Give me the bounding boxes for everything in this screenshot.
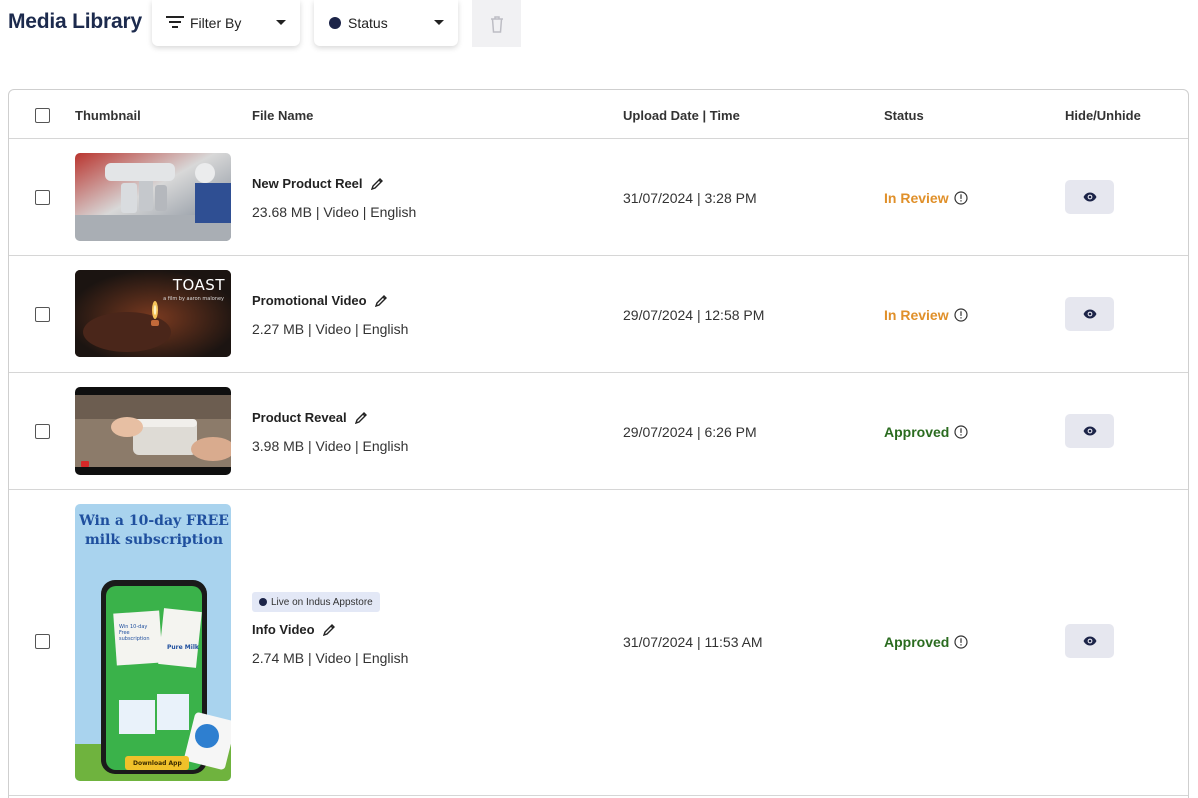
file-meta: 2.74 MB | Video | English bbox=[252, 650, 409, 666]
eye-icon bbox=[1083, 192, 1096, 202]
file-name: New Product Reel bbox=[252, 176, 384, 191]
caret-down-icon bbox=[276, 20, 286, 25]
status-badge: In Review bbox=[884, 307, 968, 323]
status-label: Status bbox=[348, 15, 388, 31]
filter-by-dropdown[interactable]: Filter By bbox=[152, 0, 300, 46]
media-table: Thumbnail File Name Upload Date | Time S… bbox=[8, 89, 1189, 798]
eye-icon bbox=[1083, 426, 1096, 436]
delete-button[interactable] bbox=[472, 0, 521, 47]
status-badge: Approved bbox=[884, 634, 968, 650]
table-header: Thumbnail File Name Upload Date | Time S… bbox=[9, 90, 1188, 139]
upload-date: 29/07/2024 | 12:58 PM bbox=[623, 307, 765, 323]
pencil-icon[interactable] bbox=[374, 294, 388, 307]
thumbnail-title-text: TOAST bbox=[172, 276, 225, 294]
trash-icon bbox=[490, 15, 503, 33]
file-meta: 23.68 MB | Video | English bbox=[252, 204, 417, 220]
pencil-icon[interactable] bbox=[354, 411, 368, 424]
filter-by-label: Filter By bbox=[190, 15, 242, 31]
info-icon[interactable] bbox=[954, 635, 968, 649]
file-name: Promotional Video bbox=[252, 293, 388, 308]
table-row: New Product Reel 23.68 MB | Video | Engl… bbox=[9, 139, 1188, 256]
column-header-thumbnail: Thumbnail bbox=[75, 108, 141, 123]
status-text: In Review bbox=[884, 307, 949, 323]
toolbar: Media Library Filter By Status bbox=[0, 0, 1198, 47]
column-header-hide-unhide: Hide/Unhide bbox=[1065, 108, 1141, 123]
file-name-text: Product Reveal bbox=[252, 410, 347, 425]
row-checkbox[interactable] bbox=[35, 424, 50, 439]
live-badge: Live on Indus Appstore bbox=[252, 592, 380, 612]
thumbnail-image[interactable]: Win a 10-day FREE milk subscription Win … bbox=[75, 504, 231, 781]
status-dropdown[interactable]: Status bbox=[314, 0, 458, 46]
pencil-icon[interactable] bbox=[322, 623, 336, 636]
file-name: Info Video bbox=[252, 622, 336, 637]
eye-icon bbox=[1083, 636, 1096, 646]
table-row: Product Reveal 3.98 MB | Video | English… bbox=[9, 373, 1188, 490]
thumbnail-card-text: Win 10-day Free subscription bbox=[119, 624, 150, 642]
thumbnail-image[interactable]: TOAST a film by aaron maloney bbox=[75, 270, 231, 357]
filter-icon bbox=[166, 15, 184, 32]
column-header-status: Status bbox=[884, 108, 924, 123]
thumbnail-subtitle-text: a film by aaron maloney bbox=[163, 296, 224, 302]
file-name: Product Reveal bbox=[252, 410, 368, 425]
status-text: Approved bbox=[884, 424, 950, 440]
hide-unhide-button[interactable] bbox=[1065, 297, 1114, 331]
hide-unhide-button[interactable] bbox=[1065, 624, 1114, 658]
row-checkbox[interactable] bbox=[35, 634, 50, 649]
thumbnail-cta-text: Download App bbox=[133, 760, 182, 767]
page-title: Media Library bbox=[8, 10, 142, 33]
status-badge: Approved bbox=[884, 424, 968, 440]
pencil-icon[interactable] bbox=[370, 177, 384, 190]
upload-date: 31/07/2024 | 11:53 AM bbox=[623, 634, 763, 650]
status-text: Approved bbox=[884, 634, 950, 650]
file-name-text: New Product Reel bbox=[252, 176, 363, 191]
thumbnail-image[interactable] bbox=[75, 153, 231, 241]
file-name-text: Promotional Video bbox=[252, 293, 367, 308]
upload-date: 31/07/2024 | 3:28 PM bbox=[623, 190, 757, 206]
live-dot-icon bbox=[259, 598, 267, 606]
row-checkbox[interactable] bbox=[35, 307, 50, 322]
hide-unhide-button[interactable] bbox=[1065, 180, 1114, 214]
table-row: Win a 10-day FREE milk subscription Win … bbox=[9, 490, 1188, 796]
info-icon[interactable] bbox=[953, 191, 968, 205]
column-header-upload-date: Upload Date | Time bbox=[623, 108, 740, 123]
file-meta: 2.27 MB | Video | English bbox=[252, 321, 409, 337]
live-badge-text: Live on Indus Appstore bbox=[271, 596, 373, 608]
hide-unhide-button[interactable] bbox=[1065, 414, 1114, 448]
info-icon[interactable] bbox=[954, 425, 968, 439]
select-all-checkbox[interactable] bbox=[35, 108, 50, 123]
upload-date: 29/07/2024 | 6:26 PM bbox=[623, 424, 757, 440]
thumbnail-brand-text: Pure Milk bbox=[167, 644, 199, 651]
row-checkbox[interactable] bbox=[35, 190, 50, 205]
caret-down-icon bbox=[434, 20, 444, 25]
thumbnail-image[interactable] bbox=[75, 387, 231, 475]
eye-icon bbox=[1083, 309, 1096, 319]
status-text: In Review bbox=[884, 190, 949, 206]
file-name-text: Info Video bbox=[252, 622, 315, 637]
status-dot-icon bbox=[329, 17, 341, 29]
info-icon[interactable] bbox=[953, 308, 968, 322]
status-badge: In Review bbox=[884, 190, 968, 206]
column-header-file-name: File Name bbox=[252, 108, 314, 123]
table-row: TOAST a film by aaron maloney Promotiona… bbox=[9, 256, 1188, 373]
file-meta: 3.98 MB | Video | English bbox=[252, 438, 409, 454]
